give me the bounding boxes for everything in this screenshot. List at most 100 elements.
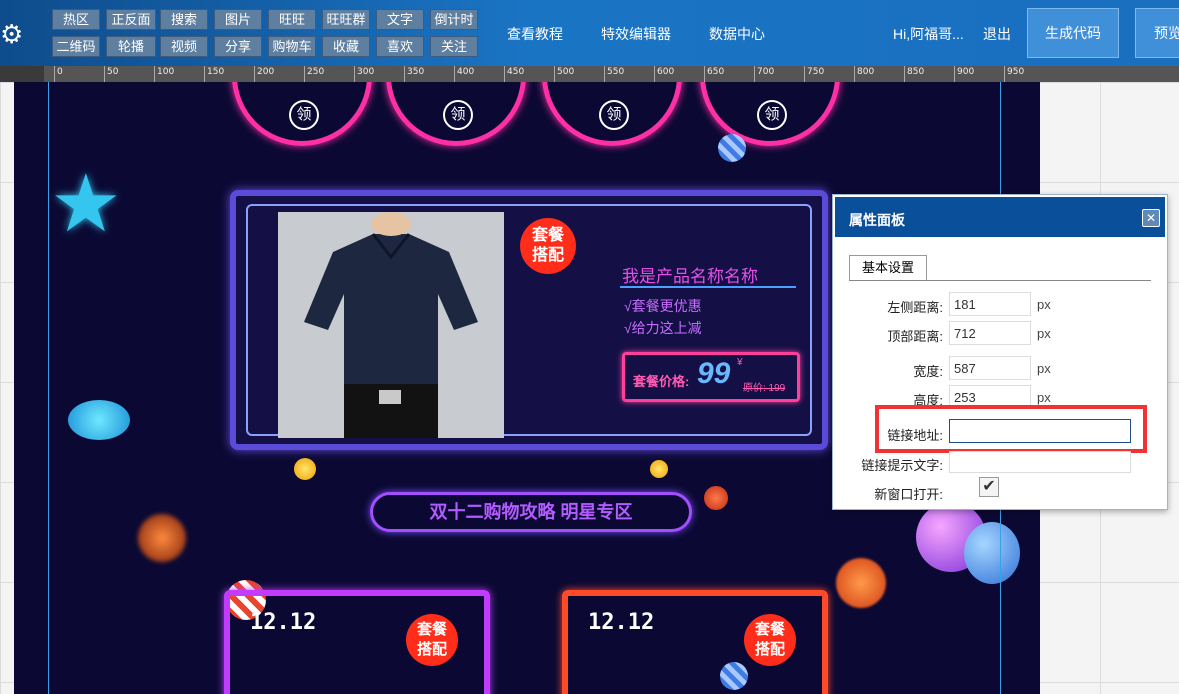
nav-tutorial-link[interactable]: 查看教程: [507, 24, 563, 44]
coupon-claim-label[interactable]: 领: [599, 100, 629, 130]
nav-effect-editor-link[interactable]: 特效编辑器: [601, 24, 671, 44]
ruler-tick-label: 550: [607, 67, 625, 77]
link-hint-label: 链接提示文字:: [861, 458, 943, 473]
ruler-tick: [654, 66, 655, 82]
tool-search-button[interactable]: 搜索: [160, 9, 208, 30]
card-date: 12.12: [588, 610, 655, 635]
width-input[interactable]: [949, 356, 1031, 380]
tool-share-button[interactable]: 分享: [214, 36, 262, 57]
coupon-claim-label[interactable]: 领: [757, 100, 787, 130]
ruler-tick-label: 400: [457, 67, 475, 77]
ruler-tick-label: 500: [557, 67, 575, 77]
orb-icon: [836, 558, 886, 608]
tool-image-button[interactable]: 图片: [214, 9, 262, 30]
link-hint-input[interactable]: [949, 451, 1131, 473]
tab-basic-settings[interactable]: 基本设置: [849, 255, 927, 281]
left-distance-input[interactable]: [949, 292, 1031, 316]
nav-data-center-link[interactable]: 数据中心: [709, 24, 765, 44]
new-window-label: 新窗口打开:: [874, 487, 943, 502]
ruler-tick: [304, 66, 305, 82]
ruler-tick-label: 600: [657, 67, 675, 77]
ruler-tick-label: 150: [207, 67, 225, 77]
panel-header[interactable]: 属性面板 ✕: [835, 197, 1165, 237]
checkmark-icon: ✔: [982, 478, 996, 495]
new-window-checkbox[interactable]: ✔: [979, 477, 999, 497]
ruler-tick-label: 50: [107, 67, 119, 77]
ruler-tick: [454, 66, 455, 82]
close-icon[interactable]: ✕: [1142, 209, 1160, 227]
ruler-tick: [604, 66, 605, 82]
tool-like-button[interactable]: 喜欢: [376, 36, 424, 57]
coupon-circle: 领: [542, 82, 682, 146]
combo-card[interactable]: 12.12 套餐 搭配: [562, 590, 828, 694]
price-currency: ¥: [737, 357, 743, 368]
ruler-tick: [1004, 66, 1005, 82]
candy-icon: [68, 400, 130, 440]
ruler-tick: [954, 66, 955, 82]
price-value: 99: [697, 357, 731, 390]
width-label: 宽度:: [913, 364, 943, 379]
tool-qrcode-button[interactable]: 二维码: [52, 36, 100, 57]
preview-button[interactable]: 预览: [1135, 8, 1179, 58]
ruler-tick: [754, 66, 755, 82]
tool-countdown-button[interactable]: 倒计时: [430, 9, 478, 30]
price-box: 套餐价格: 99 ¥ 原价: 199: [622, 352, 800, 402]
price-label: 套餐价格:: [633, 374, 690, 389]
ruler-tick-label: 100: [157, 67, 175, 77]
candy-ball-icon: [718, 134, 746, 162]
ruler-tick: [904, 66, 905, 82]
left-distance-label: 左侧距离:: [887, 300, 943, 315]
ruler-tick: [154, 66, 155, 82]
link-url-input[interactable]: [949, 419, 1131, 443]
properties-panel: 属性面板 ✕ 基本设置 左侧距离: px 顶部距离: px 宽度: px 高度:…: [832, 194, 1168, 510]
ruler-tick: [854, 66, 855, 82]
combo-badge: 套餐 搭配: [520, 218, 576, 274]
tool-follow-button[interactable]: 关注: [430, 36, 478, 57]
card-date: 12.12: [250, 610, 317, 635]
top-distance-input[interactable]: [949, 321, 1031, 345]
gold-coin-icon: [650, 460, 668, 478]
panel-title: 属性面板: [849, 212, 905, 228]
badge-line-1: 套餐: [416, 621, 447, 638]
ruler-tick-label: 200: [257, 67, 275, 77]
coupon-claim-label[interactable]: 领: [443, 100, 473, 130]
orb-icon: [704, 486, 728, 510]
tool-cart-button[interactable]: 购物车: [268, 36, 316, 57]
top-toolbar: ⚙ 热区 正反面 搜索 图片 旺旺 旺旺群 文字 倒计时 二维码 轮播 视频 分…: [0, 0, 1179, 66]
ruler-tick: [504, 66, 505, 82]
tool-text-button[interactable]: 文字: [376, 9, 424, 30]
gear-icon[interactable]: ⚙: [0, 20, 23, 48]
guide-line-left[interactable]: [48, 82, 49, 694]
ruler-tick: [354, 66, 355, 82]
coupon-circle: 领: [386, 82, 526, 146]
coupon-circle: 领: [700, 82, 840, 146]
badge-line-2: 搭配: [416, 641, 447, 658]
perk-line: √套餐更优惠: [624, 298, 702, 314]
ruler-tick-label: 750: [807, 67, 825, 77]
unit-label: px: [1037, 361, 1051, 376]
ruler-tick-label: 250: [307, 67, 325, 77]
tool-carousel-button[interactable]: 轮播: [106, 36, 156, 57]
ruler-tick-label: 950: [1007, 67, 1025, 77]
unit-label: px: [1037, 326, 1051, 341]
star-icon: ★: [50, 159, 122, 248]
product-combo-block[interactable]: 套餐 搭配 我是产品名称名称 √套餐更优惠 √给力这上减 套餐价格: 99 ¥ …: [230, 190, 828, 450]
tool-flip-button[interactable]: 正反面: [106, 9, 156, 30]
ruler-tick-label: 300: [357, 67, 375, 77]
generate-code-button[interactable]: 生成代码: [1027, 8, 1119, 58]
ruler-tick: [104, 66, 105, 82]
tool-wangwang-group-button[interactable]: 旺旺群: [322, 9, 370, 30]
tool-wangwang-button[interactable]: 旺旺: [268, 9, 316, 30]
tool-video-button[interactable]: 视频: [160, 36, 208, 57]
tool-hotspot-button[interactable]: 热区: [52, 9, 100, 30]
section-banner[interactable]: 双十二购物攻略 明星专区: [370, 492, 692, 532]
combo-card[interactable]: 12.12 套餐 搭配: [224, 590, 490, 694]
coupon-claim-label[interactable]: 领: [289, 100, 319, 130]
user-greeting[interactable]: Hi,阿福哥...: [893, 24, 964, 44]
product-image[interactable]: [278, 212, 504, 438]
ruler-tick: [804, 66, 805, 82]
tool-favorite-button[interactable]: 收藏: [322, 36, 370, 57]
badge-line-2: 搭配: [754, 641, 785, 658]
logout-link[interactable]: 退出: [983, 24, 1011, 44]
ruler-tick-label: 0: [57, 67, 63, 77]
